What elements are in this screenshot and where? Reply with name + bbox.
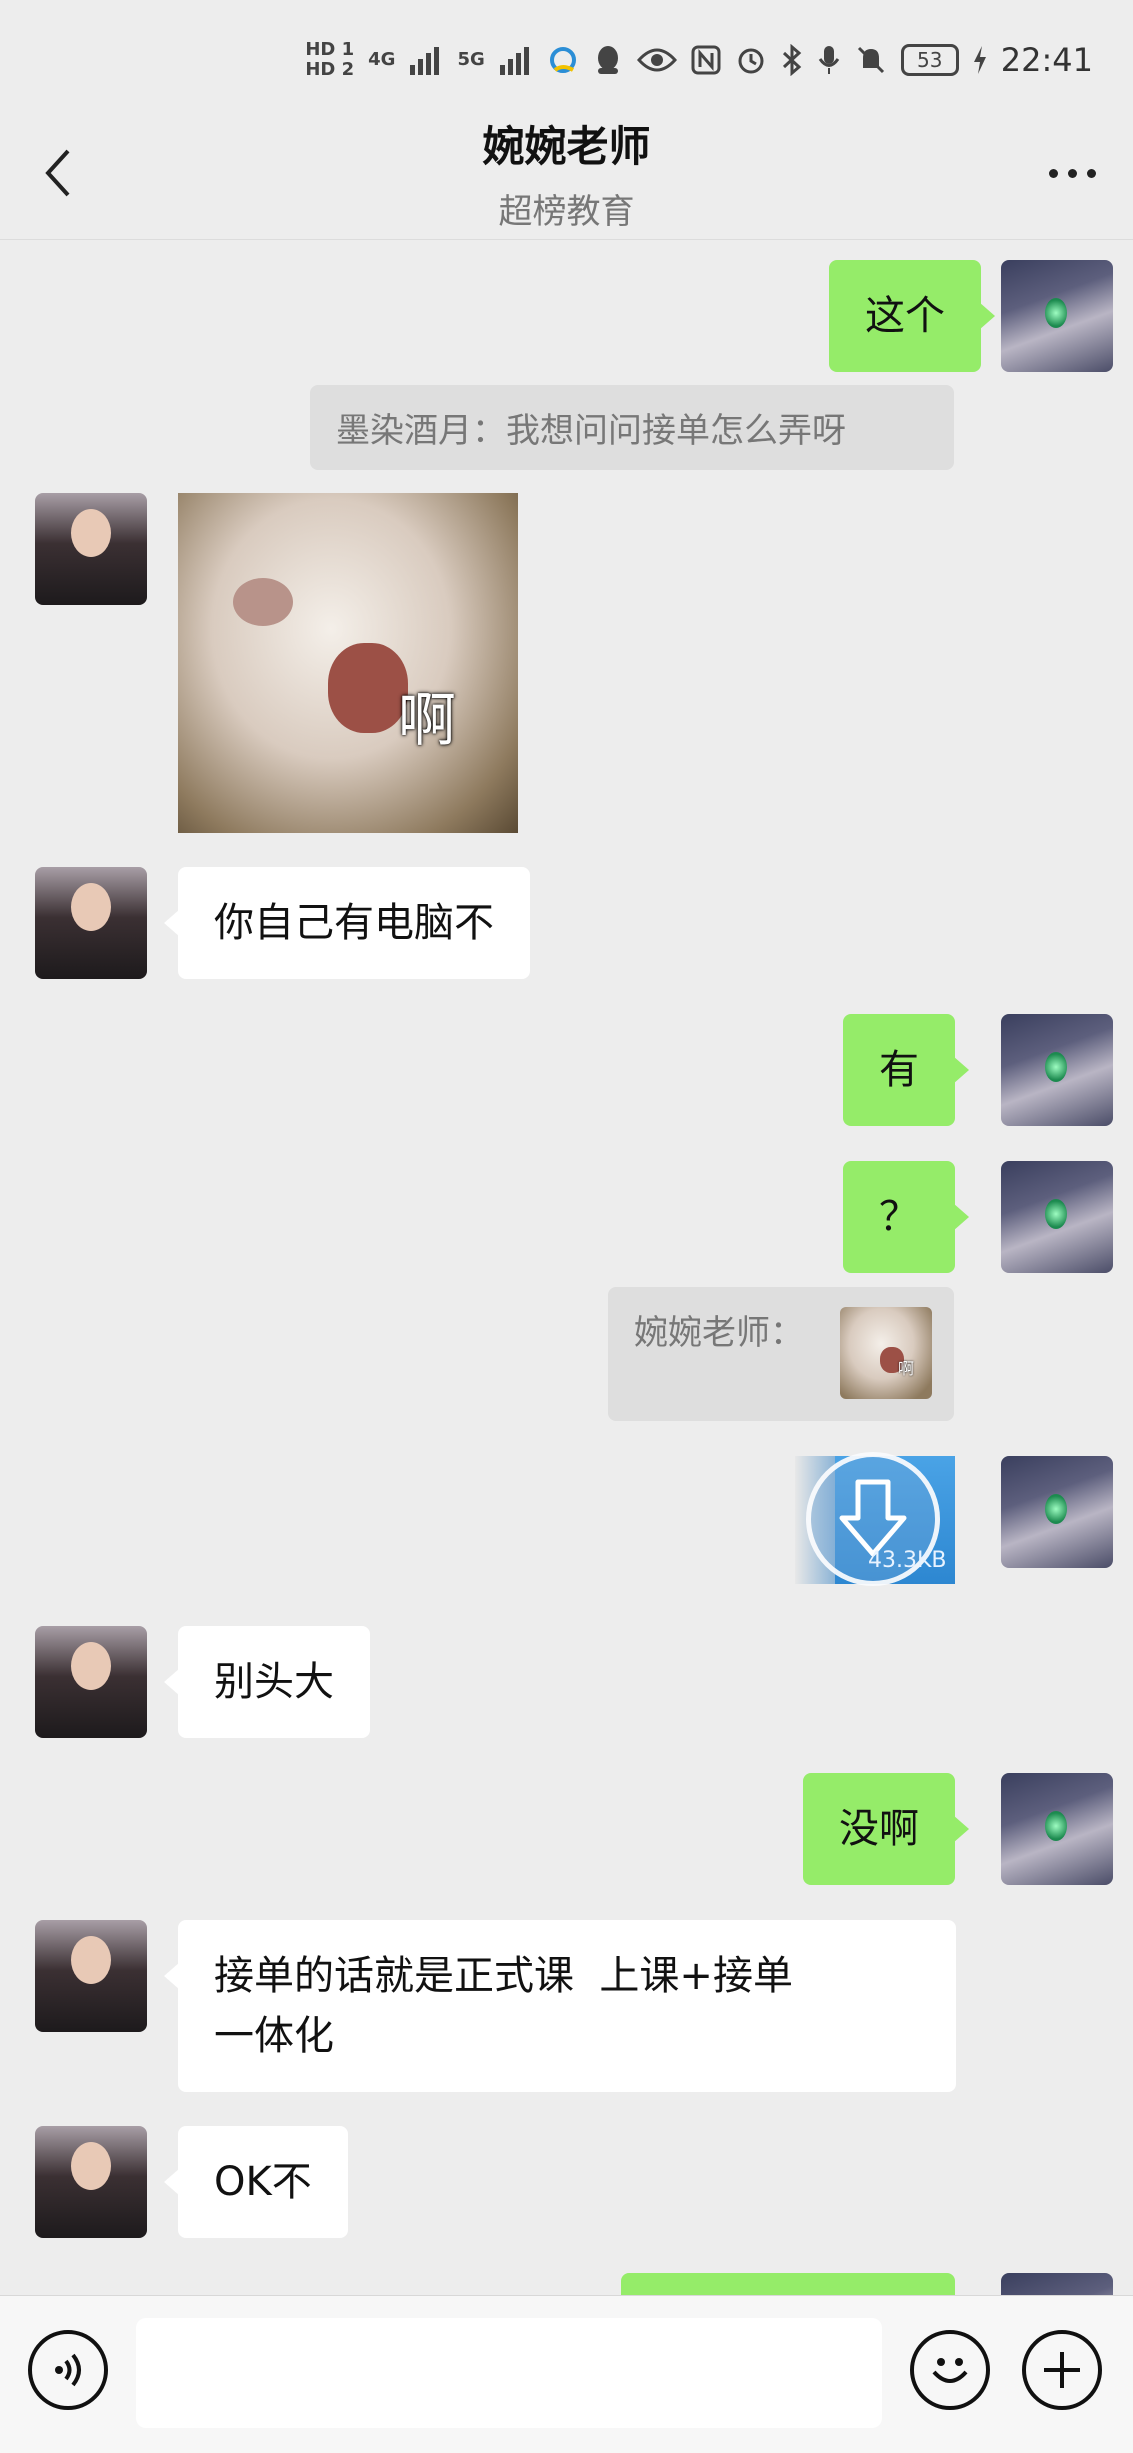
- plus-icon: [1044, 2352, 1080, 2388]
- battery-level: 53: [900, 44, 959, 76]
- avatar[interactable]: [35, 2126, 147, 2238]
- sim2-label: HD 2: [305, 59, 355, 80]
- eye-icon: [636, 46, 677, 74]
- more-dots-icon: [1048, 168, 1058, 178]
- chat-subtitle: 超榜教育: [498, 192, 635, 232]
- message-row: 你自己有电脑不: [0, 867, 1133, 979]
- message-text-line-1: 接单的话就是正式课 上课+接单: [214, 1953, 793, 1999]
- quoted-message[interactable]: 墨染酒月：我想问问接单怎么弄呀: [310, 385, 954, 470]
- message-bubble[interactable]: 你自己有电脑不: [164, 867, 530, 979]
- bluetooth-icon: [781, 44, 803, 76]
- avatar[interactable]: [1001, 1161, 1113, 1273]
- charging-bolt-icon: [973, 45, 987, 75]
- quote-text: 婉婉老师：: [634, 1313, 804, 1353]
- sim-indicator: HD 1 HD 2: [305, 40, 354, 80]
- message-bubble[interactable]: 这个: [829, 260, 995, 372]
- network-4g-label: 4G: [368, 49, 396, 70]
- message-bubble[interactable]: OK不: [164, 2126, 348, 2238]
- more-actions-button[interactable]: [1022, 2330, 1102, 2410]
- quoted-message[interactable]: 婉婉老师： 啊: [608, 1287, 954, 1421]
- file-size-label: 43.3KB: [868, 1548, 947, 1573]
- avatar[interactable]: [1001, 260, 1113, 372]
- message-row: 没啊: [0, 1773, 1133, 1885]
- signal-icon: [409, 45, 443, 75]
- message-text: ？: [879, 1194, 919, 1240]
- thumbnail-caption: 啊: [898, 1359, 915, 1378]
- chat-title: 婉婉老师: [482, 122, 651, 171]
- quoted-sticker-thumbnail: 啊: [840, 1307, 932, 1399]
- avatar[interactable]: [35, 1626, 147, 1738]
- message-row: OK不: [0, 2126, 1133, 2238]
- message-text: OK不: [214, 2159, 312, 2205]
- avatar[interactable]: [35, 867, 147, 979]
- message-text: 这个: [865, 293, 945, 339]
- sticker-caption: 啊: [398, 686, 457, 754]
- sim1-label: HD 1: [305, 39, 355, 60]
- quote-text: 墨染酒月：我想问问接单怎么弄呀: [336, 411, 846, 451]
- nfc-icon: [691, 45, 721, 75]
- message-text: 没啊: [839, 1806, 919, 1852]
- message-row: 有: [0, 1014, 1133, 1126]
- message-text-line-2: 一体化: [214, 2013, 334, 2059]
- qq-browser-icon: [547, 44, 579, 76]
- message-bubble[interactable]: 有: [843, 1014, 969, 1126]
- mute-bell-icon: [855, 44, 887, 76]
- status-bar: HD 1 HD 2 4G 5G 53 22:41: [0, 0, 1133, 120]
- avatar[interactable]: [1001, 2273, 1113, 2295]
- clock: 22:41: [1000, 41, 1093, 79]
- emoji-icon: [932, 2358, 968, 2383]
- message-row: 43.3KB: [0, 1452, 1133, 1586]
- message-text: 别头大: [214, 1659, 334, 1705]
- alarm-icon: [735, 44, 767, 76]
- signal-icon: [499, 45, 533, 75]
- message-text: 有: [879, 1047, 919, 1093]
- message-row: 别头大: [0, 1626, 1133, 1738]
- message-input[interactable]: [136, 2318, 882, 2428]
- message-bubble[interactable]: 没啊: [803, 1773, 969, 1885]
- message-bubble[interactable]: [621, 2273, 955, 2295]
- chat-title-block: 婉婉老师 超榜教育: [0, 113, 1133, 233]
- avatar[interactable]: [35, 493, 147, 605]
- avatar[interactable]: [1001, 1456, 1113, 1568]
- message-row: 啊: [0, 493, 1133, 833]
- avatar[interactable]: [35, 1920, 147, 2032]
- microphone-icon: [817, 44, 841, 76]
- message-row: 接单的话就是正式课 上课+接单 一体化: [0, 1920, 1133, 2092]
- voice-button[interactable]: [28, 2330, 108, 2410]
- message-row: [0, 2273, 1133, 2295]
- sticker-image[interactable]: 啊: [178, 493, 518, 833]
- voice-icon: [55, 2353, 81, 2387]
- input-bar: [0, 2295, 1133, 2453]
- qq-icon: [593, 44, 623, 76]
- more-options-button[interactable]: [1037, 151, 1107, 195]
- message-text: 你自己有电脑不: [214, 900, 494, 946]
- network-5g-label: 5G: [457, 49, 485, 70]
- message-list[interactable]: 这个 墨染酒月：我想问问接单怎么弄呀 啊 你自己有电脑不 有 ？ 婉婉老师： 啊…: [0, 240, 1133, 2295]
- avatar[interactable]: [1001, 1773, 1113, 1885]
- message-bubble[interactable]: ？: [843, 1161, 969, 1273]
- chat-header: 婉婉老师 超榜教育: [0, 105, 1133, 240]
- message-bubble[interactable]: 别头大: [164, 1626, 370, 1738]
- message-bubble[interactable]: 接单的话就是正式课 上课+接单 一体化: [164, 1920, 956, 2092]
- avatar[interactable]: [1001, 1014, 1113, 1126]
- message-row: ？: [0, 1161, 1133, 1273]
- emoji-button[interactable]: [910, 2330, 990, 2410]
- message-row: 这个: [0, 260, 1133, 372]
